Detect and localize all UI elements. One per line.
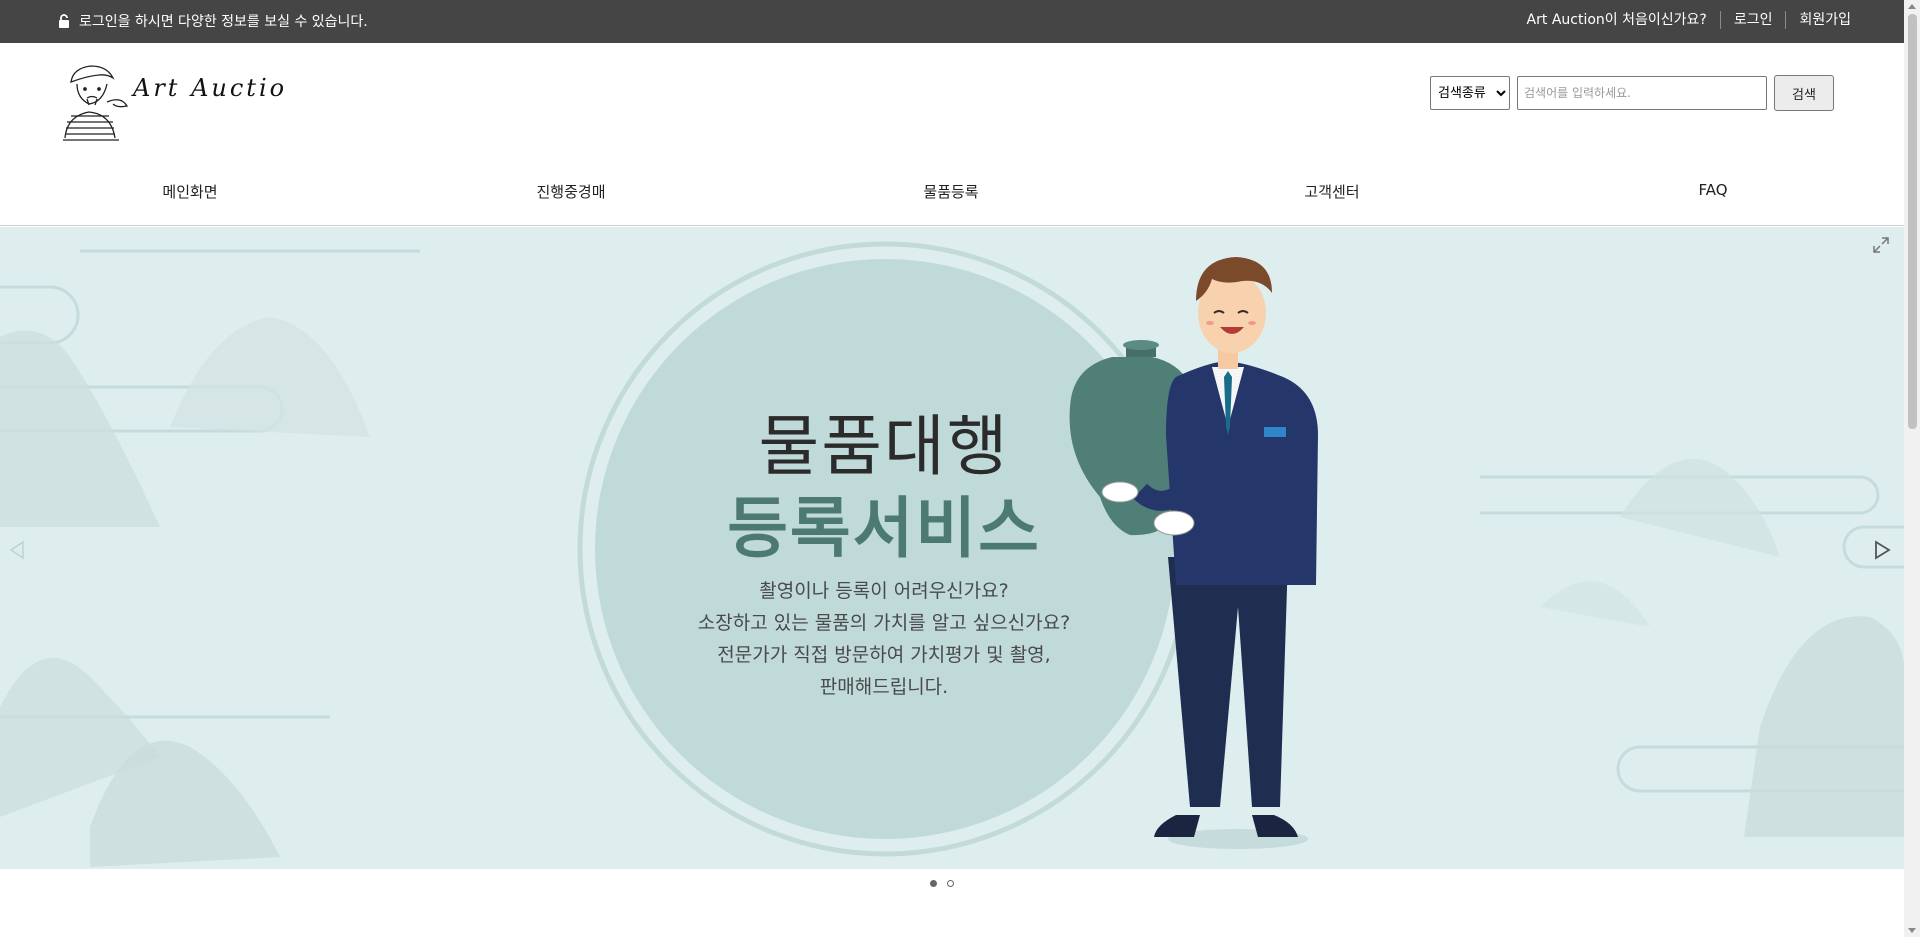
nav-item-faq[interactable]: FAQ [1698, 181, 1727, 199]
nav-item-customer-center[interactable]: 고객센터 [1304, 181, 1359, 202]
logo-figure-icon [63, 65, 129, 141]
signup-link[interactable]: 회원가입 [1785, 11, 1864, 29]
page-scrollbar[interactable] [1904, 0, 1920, 937]
expand-icon[interactable] [1872, 236, 1890, 254]
mountains-right [1540, 458, 1904, 837]
lock-icon [59, 14, 69, 28]
slide-dot-1[interactable] [930, 880, 937, 887]
account-links: Art Auction이 처음이신가요? 로그인 회원가입 [1514, 11, 1864, 29]
next-slide-icon[interactable] [1872, 539, 1892, 561]
banner-headline-2: 등록서비스 [727, 490, 1041, 567]
banner-desc-line: 촬영이나 등록이 어려우신가요? [759, 580, 1009, 602]
top-bar: 로그인을 하시면 다양한 정보를 보실 수 있습니다. Art Auction이… [0, 0, 1904, 43]
first-time-link[interactable]: Art Auction이 처음이신가요? [1514, 11, 1720, 29]
scroll-up-icon[interactable] [1908, 4, 1916, 9]
nav-item-ongoing-auction[interactable]: 진행중경매 [536, 181, 605, 202]
search-bar: 검색종류 검색 [1430, 75, 1834, 111]
logo-text: Art Auction [131, 74, 283, 102]
banner-desc-line: 전문가가 직접 방문하여 가치평가 및 촬영, [717, 644, 1051, 666]
search-button[interactable]: 검색 [1774, 75, 1834, 111]
hero-banner: 물품대행 등록서비스 촬영이나 등록이 어려우신가요? 소장하고 있는 물품의 … [0, 227, 1904, 869]
search-type-select[interactable]: 검색종류 [1430, 76, 1510, 110]
scrollbar-thumb[interactable] [1908, 14, 1917, 429]
scroll-down-icon[interactable] [1908, 928, 1916, 933]
login-link[interactable]: 로그인 [1719, 11, 1786, 29]
banner-desc-line: 판매해드립니다. [819, 676, 949, 698]
banner-desc-line: 소장하고 있는 물품의 가치를 알고 싶으신가요? [697, 612, 1071, 634]
banner-description: 촬영이나 등록이 어려우신가요? 소장하고 있는 물품의 가치를 알고 싶으신가… [698, 575, 1070, 703]
site-logo[interactable]: Art Auction [63, 62, 283, 142]
prev-slide-icon[interactable] [8, 539, 26, 561]
main-nav: 메인화면 진행중경매 물품등록 고객센터 FAQ [0, 166, 1904, 226]
nav-item-main[interactable]: 메인화면 [162, 181, 217, 202]
slide-dot-2[interactable] [947, 880, 954, 887]
page: 로그인을 하시면 다양한 정보를 보실 수 있습니다. Art Auction이… [0, 0, 1904, 937]
search-input[interactable] [1517, 76, 1767, 110]
mountains-left [0, 317, 370, 867]
login-notice-text: 로그인을 하시면 다양한 정보를 보실 수 있습니다. [79, 14, 368, 30]
nav-item-register-item[interactable]: 물품등록 [923, 181, 978, 202]
login-notice: 로그인을 하시면 다양한 정보를 보실 수 있습니다. [58, 11, 368, 31]
slider-pagination [930, 880, 954, 887]
